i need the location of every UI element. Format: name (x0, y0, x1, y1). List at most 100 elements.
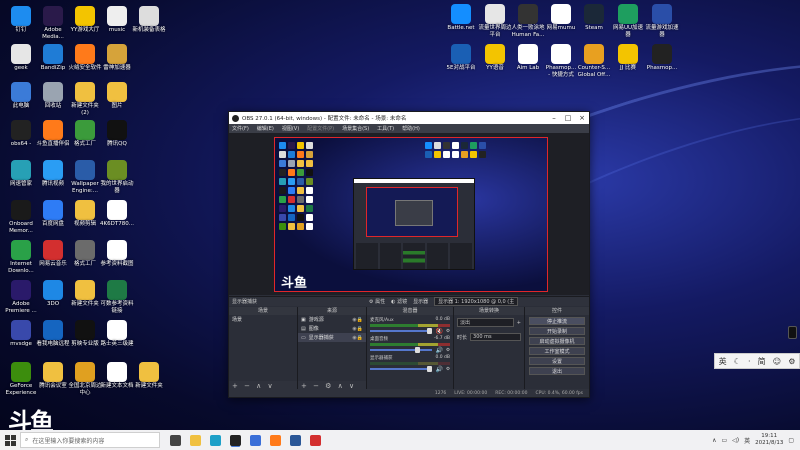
volume-slider[interactable] (427, 366, 433, 372)
stop-streaming-button[interactable]: 停止推流 (529, 317, 585, 325)
netease-taskbar-icon[interactable] (310, 434, 321, 446)
add-transition-icon[interactable]: + (517, 320, 521, 326)
desktop-icon[interactable]: 腾讯QQ (100, 120, 134, 148)
desktop-icon[interactable]: Counter-S... Global Off... (577, 44, 611, 78)
source-item[interactable]: ▤ 图像 ◉🔒 (298, 324, 366, 333)
menu-file[interactable]: 文件(F) (232, 125, 249, 132)
ime-toolbar[interactable]: 英 ☾ · 简 ☺ ⚙ (714, 353, 800, 369)
source-item-selected[interactable]: ▭ 显示器捕获 ◉🔒 (298, 333, 366, 342)
desktop-icon[interactable]: 新建文件夹 (2) (68, 82, 102, 116)
obs-title-bar[interactable]: OBS 27.0.1 (64-bit, windows) - 配置文件: 未命名… (229, 112, 589, 124)
preview-canvas[interactable]: 斗鱼 (274, 137, 548, 292)
desktop-icon[interactable]: 雷神加速器 (100, 44, 134, 72)
notification-icon[interactable]: ▢ (788, 437, 794, 444)
studio-mode-button[interactable]: 工作室模式 (529, 347, 585, 355)
taskbar-clock[interactable]: 19:11 2021/8/13 (755, 433, 783, 447)
transition-select[interactable]: 淡出 (457, 318, 514, 327)
source-item[interactable]: ▣ 游戏源 ◉🔒 (298, 315, 366, 324)
controls-header: 控件 (525, 307, 589, 315)
obs-window-title: OBS 27.0.1 (64-bit, windows) - 配置文件: 未命名… (242, 116, 407, 122)
menu-help[interactable]: 帮助(H) (402, 125, 420, 132)
desktop-icon[interactable]: 人类一败涂地 Human Fa... (511, 4, 545, 38)
task-view-icon[interactable] (170, 434, 181, 446)
edge-icon[interactable] (210, 434, 221, 446)
visibility-eye-icon[interactable]: ◉🔒 (352, 326, 363, 332)
menu-view[interactable]: 视图(V) (282, 125, 299, 132)
file-explorer-icon[interactable] (190, 434, 201, 446)
ime-settings-icon[interactable]: ⚙ (788, 357, 795, 366)
speaker-icon[interactable]: 🔊 (435, 347, 442, 354)
desktop-icon[interactable]: 路士英三级建 (100, 320, 134, 348)
desktop-icon[interactable]: Adobe Premiere ... (4, 280, 38, 314)
menu-edit[interactable]: 编辑(E) (257, 125, 274, 132)
desktop-icon[interactable]: 流量世界周边 平台 (478, 4, 512, 38)
ime-moon-icon[interactable]: ☾ (734, 357, 741, 366)
word-taskbar-icon[interactable] (290, 434, 301, 446)
filters-button[interactable]: ◐ 滤镜 (391, 298, 407, 305)
3do-icon (43, 280, 63, 300)
menu-profile[interactable]: 配置文件(P) (307, 125, 334, 132)
volume-slider[interactable] (427, 328, 433, 334)
tray-chevron-icon[interactable]: ∧ (712, 437, 716, 444)
sources-header: 来源 (298, 307, 366, 315)
visibility-eye-icon[interactable]: ◉🔒 (352, 335, 363, 341)
gear-icon[interactable]: ⚙ (446, 329, 450, 334)
gear-icon[interactable]: ⚙ (446, 367, 450, 372)
desktop-icon[interactable]: 网易mumu (544, 4, 578, 32)
desktop-icon[interactable]: JJ 比赛 (611, 44, 645, 72)
desktop-icon[interactable]: Phasmop... - 快捷方式 (544, 44, 578, 78)
desktop-icon[interactable]: GeForce Experience (4, 362, 38, 396)
scene-item[interactable]: 场景 (229, 315, 297, 324)
settings-button[interactable]: 设置 (529, 357, 585, 365)
volume-slider[interactable] (414, 347, 420, 353)
gear-icon[interactable]: ⚙ (446, 348, 450, 353)
ime-mode[interactable]: 简 (758, 356, 766, 367)
visibility-eye-icon[interactable]: ◉🔒 (352, 317, 363, 323)
obs-window[interactable]: OBS 27.0.1 (64-bit, windows) - 配置文件: 未命名… (228, 111, 590, 398)
desktop-icon[interactable]: 5E对战平台 (444, 44, 478, 72)
desktop-icon[interactable]: 流量游戏加速 器 (645, 4, 679, 38)
maximize-button[interactable]: □ (561, 114, 575, 122)
taskbar-search-box[interactable]: ⌕ 在这里输入你要搜索的内容 (20, 432, 160, 448)
desktop-icon[interactable]: Aim Lab (511, 44, 545, 72)
desktop-icon[interactable]: Battle.net (444, 4, 478, 32)
volume-icon[interactable]: ◁) (732, 437, 739, 444)
desktop-icon[interactable]: Onboard Memor... (4, 200, 38, 234)
properties-button[interactable]: ⚙ 属性 (369, 298, 385, 305)
menu-scene-collection[interactable]: 场景集合(S) (342, 125, 369, 132)
muted-speaker-icon[interactable]: 🔇 (435, 328, 442, 335)
desktop-icon[interactable]: 4K6DT780... (100, 200, 134, 228)
desktop-icon[interactable]: 图片 (100, 82, 134, 110)
network-icon[interactable]: ▭ (721, 437, 727, 444)
phasmophobia-icon (551, 44, 571, 64)
desktop-icon[interactable]: 全国北京周边 中心 (68, 362, 102, 396)
duration-input[interactable]: 300 ms (470, 333, 521, 341)
ime-lang-indicator[interactable]: 英 (719, 356, 727, 367)
start-recording-button[interactable]: 开始录制 (529, 327, 585, 335)
desktop-icon[interactable]: YY语音 (478, 44, 512, 72)
desktop-icon[interactable]: 我的世界启动 器 (100, 160, 134, 194)
menu-tools[interactable]: 工具(T) (377, 125, 394, 132)
store-icon[interactable] (250, 434, 261, 446)
desktop-icon[interactable]: Internet Downlo... (4, 240, 38, 274)
start-button[interactable] (0, 430, 20, 450)
obs-taskbar-icon[interactable] (230, 434, 241, 446)
close-button[interactable]: × (575, 114, 589, 122)
desktop-icon[interactable]: Adobe Media... (36, 6, 70, 40)
desktop-icon[interactable]: 新机装备表格 (132, 6, 166, 34)
ime-punct[interactable]: · (748, 357, 751, 366)
desktop-icon[interactable]: 新建文件夹 (132, 362, 166, 390)
display-select[interactable]: 显示器 1: 1920x1080 @ 0,0 (主 (434, 297, 519, 306)
desktop-icon[interactable]: 可数参考资料 链接 (100, 280, 134, 314)
virtual-camera-button[interactable]: 启动虚拟摄像机 (529, 337, 585, 345)
exit-button[interactable]: 退出 (529, 367, 585, 375)
desktop-icon[interactable]: Phasmop... (645, 44, 679, 72)
ime-tray-indicator[interactable]: 英 (744, 436, 750, 445)
douyu-taskbar-icon[interactable] (270, 434, 281, 446)
speaker-icon[interactable]: 🔊 (435, 366, 442, 373)
minimize-button[interactable]: – (547, 114, 561, 122)
desktop-icon[interactable]: Steam (577, 4, 611, 32)
desktop-icon[interactable]: 参考资料截图 (100, 240, 134, 268)
emoji-icon[interactable]: ☺ (773, 357, 781, 366)
desktop-icon[interactable]: 网易UU加速 器 (611, 4, 645, 38)
